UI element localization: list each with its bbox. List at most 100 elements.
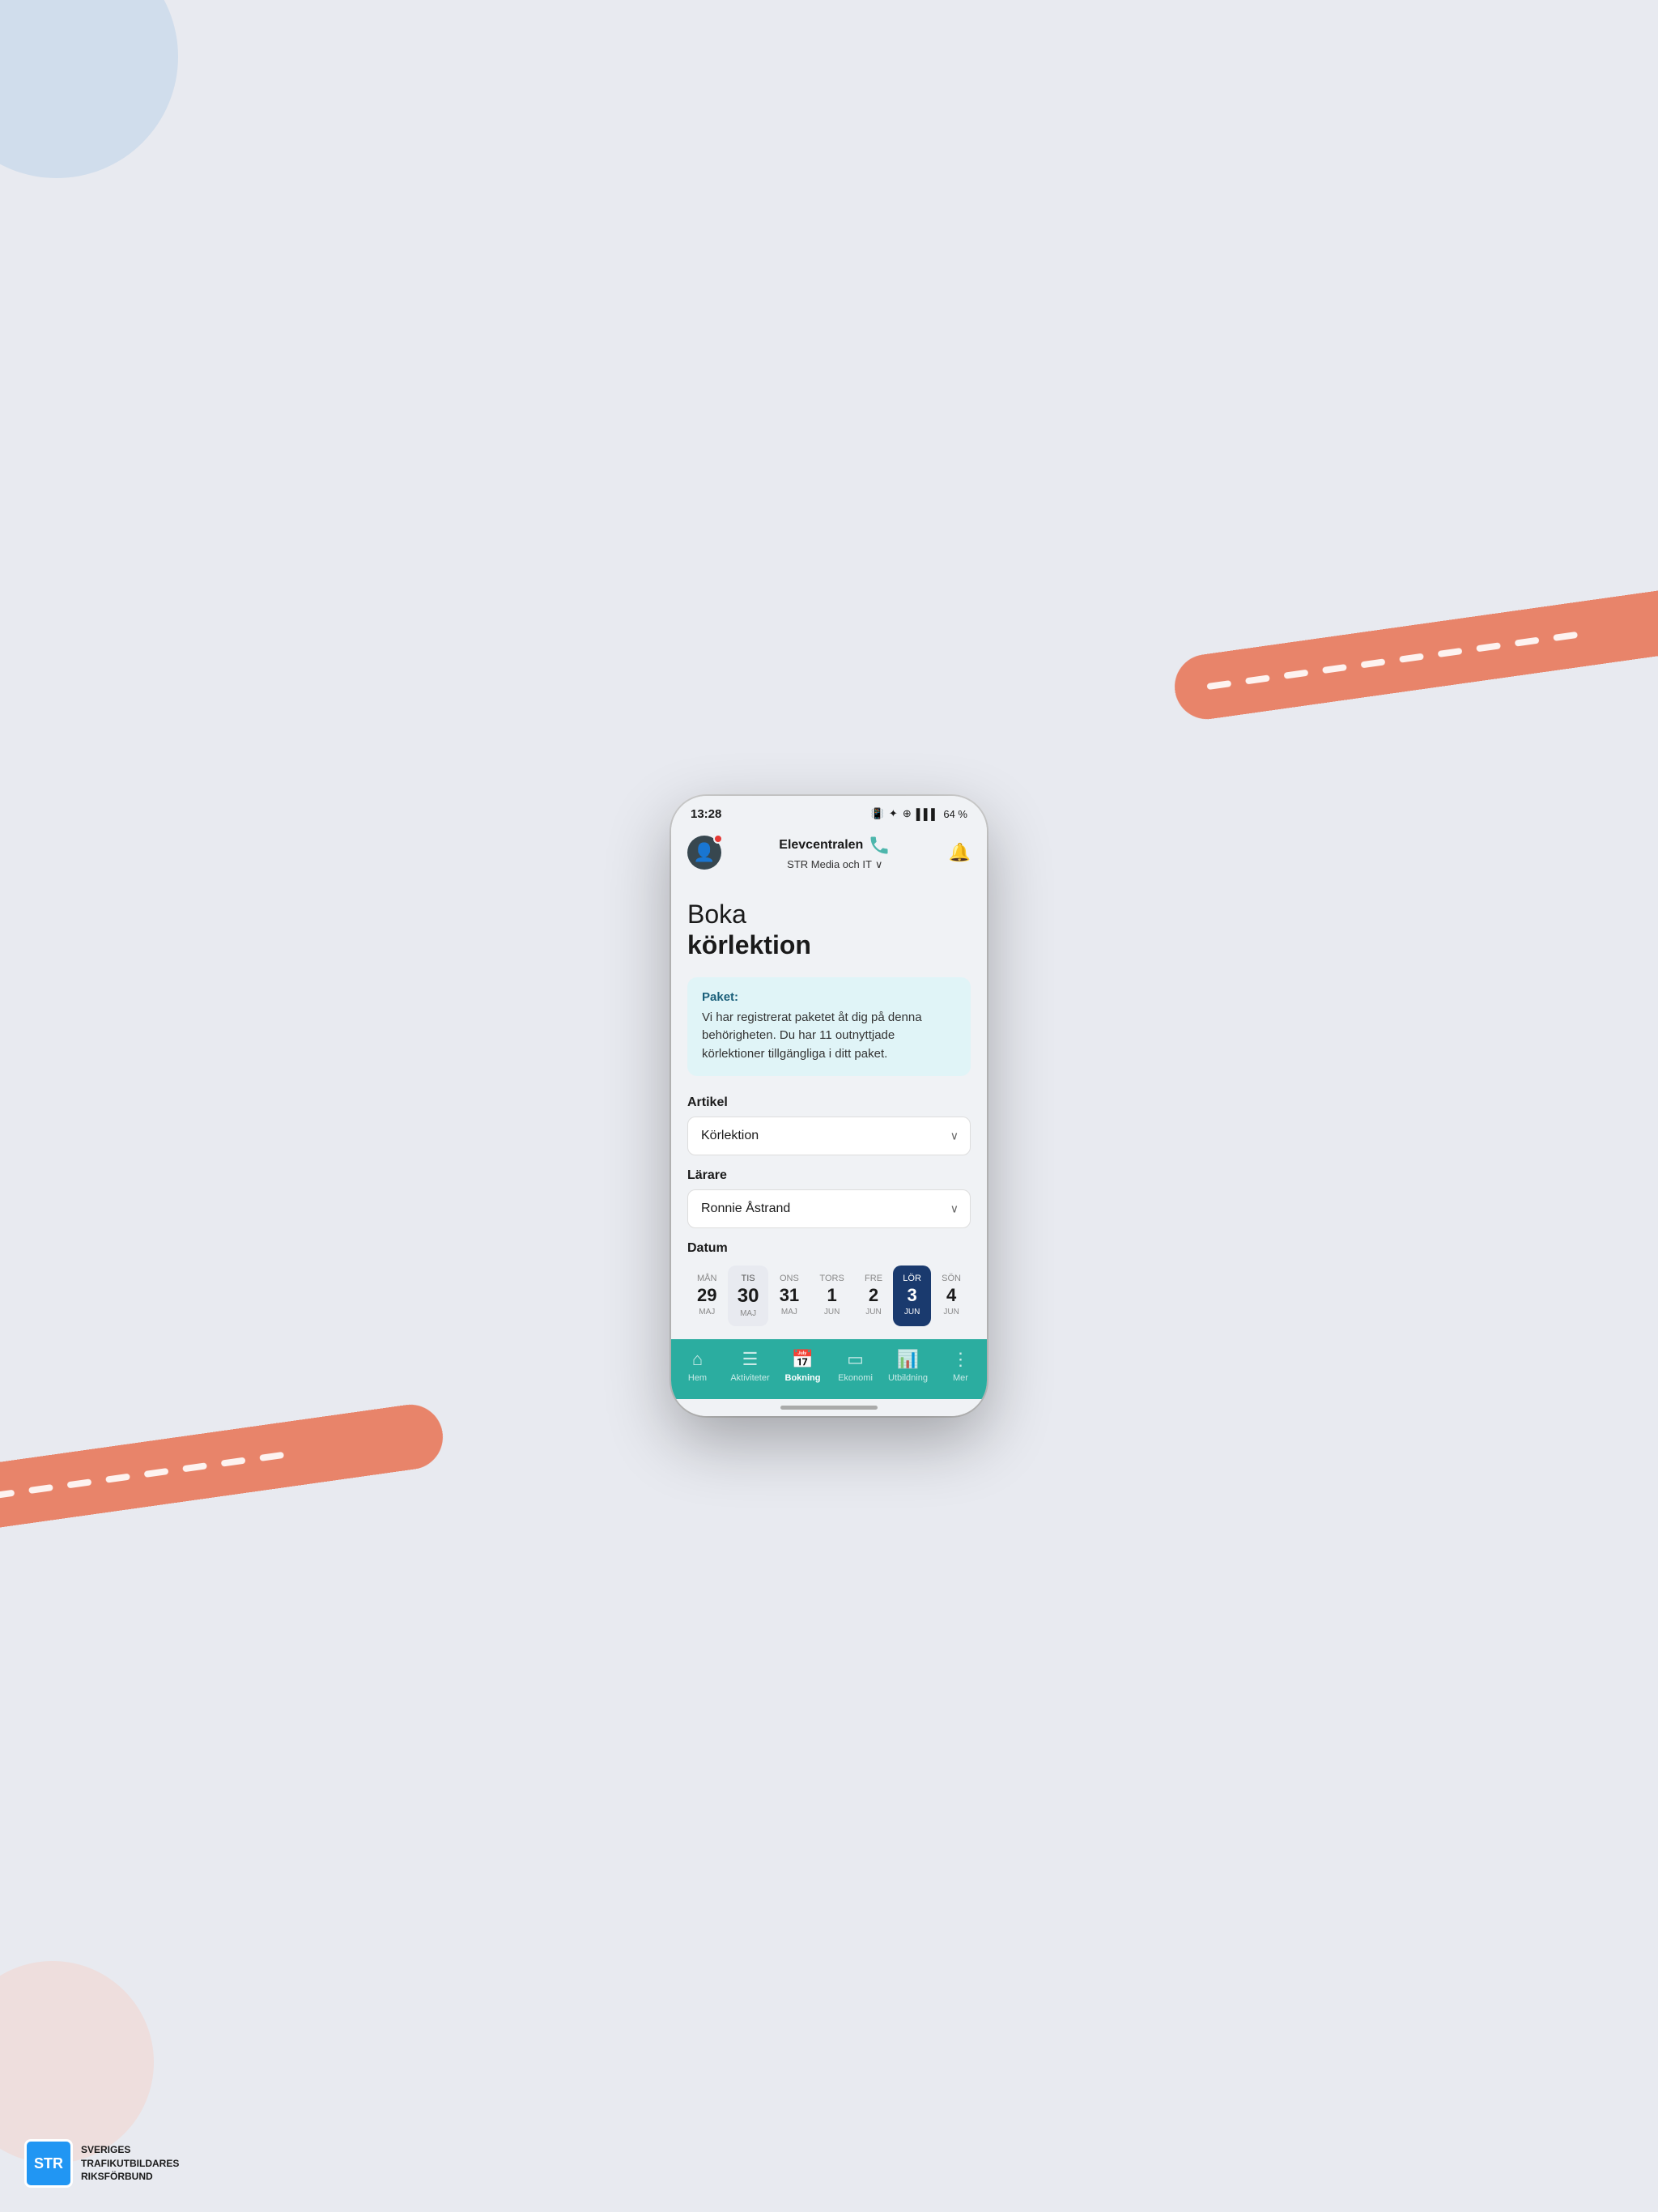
page-title: Boka körlektion — [687, 899, 971, 961]
datum-label: Datum — [687, 1241, 971, 1256]
bottom-nav: ⌂ Hem ☰ Aktiviteter 📅 Bokning ▭ Ekonomi … — [671, 1339, 987, 1399]
status-time: 13:28 — [691, 807, 721, 821]
date-month: MAJ — [781, 1308, 797, 1317]
bg-circle-top — [0, 0, 178, 178]
aktiviteter-nav-label: Aktiviteter — [730, 1373, 769, 1383]
date-item[interactable]: TIS 30 MAJ — [728, 1266, 769, 1326]
artikel-chevron-icon: ∨ — [950, 1129, 959, 1143]
date-month: JUN — [943, 1308, 959, 1317]
larare-value: Ronnie Åstrand — [688, 1190, 970, 1227]
hem-nav-label: Hem — [688, 1373, 707, 1383]
road-stripe-bottom — [0, 1400, 447, 1543]
nav-item-bokning[interactable]: 📅 Bokning — [779, 1349, 827, 1383]
header-subtitle[interactable]: STR Media och IT ∨ — [787, 858, 882, 871]
date-day-name: TORS — [819, 1274, 844, 1283]
brand-name: Elevcentralen — [779, 834, 891, 857]
artikel-value: Körlektion — [688, 1117, 970, 1155]
larare-label: Lärare — [687, 1168, 971, 1183]
bokning-nav-icon: 📅 — [792, 1349, 814, 1370]
brand-label: Elevcentralen — [779, 838, 863, 853]
home-bar — [780, 1406, 878, 1410]
date-month: JUN — [865, 1308, 881, 1317]
status-icons: 📳 ✦ ⊕ ▌▌▌ 64 % — [871, 807, 967, 820]
larare-chevron-icon: ∨ — [950, 1202, 959, 1216]
date-month: JUN — [824, 1308, 840, 1317]
str-line2: TRAFIKUTBILDARES — [81, 2157, 179, 2171]
subtitle-text: STR Media och IT — [787, 858, 872, 870]
date-num: 3 — [907, 1287, 916, 1304]
artikel-label: Artikel — [687, 1095, 971, 1110]
date-month: JUN — [904, 1308, 920, 1317]
date-num: 31 — [780, 1287, 799, 1304]
artikel-section: Artikel Körlektion ∨ — [687, 1095, 971, 1155]
signal-icon: ▌▌▌ — [916, 808, 939, 820]
str-logo: STR SVERIGES TRAFIKUTBILDARES RIKSFÖRBUN… — [24, 2139, 179, 2188]
date-day-name: FRE — [865, 1274, 882, 1283]
str-line3: RIKSFÖRBUND — [81, 2170, 179, 2184]
date-day-name: ONS — [780, 1274, 799, 1283]
phone-icon — [868, 834, 891, 857]
date-num: 29 — [697, 1287, 716, 1304]
info-box: Paket: Vi har registrerat paketet åt dig… — [687, 977, 971, 1077]
str-line1: SVERIGES — [81, 2143, 179, 2157]
avatar-notification-badge — [713, 834, 723, 844]
hem-nav-icon: ⌂ — [692, 1349, 703, 1370]
vibrate-icon: 📳 — [871, 807, 884, 820]
main-content: Boka körlektion Paket: Vi har registrera… — [671, 883, 987, 1339]
utbildning-nav-icon: 📊 — [897, 1349, 919, 1370]
date-num: 1 — [827, 1287, 836, 1304]
status-bar: 13:28 📳 ✦ ⊕ ▌▌▌ 64 % — [671, 796, 987, 827]
date-day-name: LÖR — [903, 1274, 921, 1283]
date-item[interactable]: TORS 1 JUN — [810, 1266, 853, 1326]
mer-nav-icon: ⋮ — [952, 1349, 970, 1370]
str-logo-text: SVERIGES TRAFIKUTBILDARES RIKSFÖRBUND — [81, 2143, 179, 2184]
nav-item-utbildning[interactable]: 📊 Utbildning — [884, 1349, 933, 1383]
larare-select[interactable]: Ronnie Åstrand ∨ — [687, 1189, 971, 1228]
date-grid: MÅN 29 MAJ TIS 30 MAJ ONS 31 MAJ TORS 1 … — [687, 1266, 971, 1339]
battery-icon: 64 % — [943, 808, 967, 820]
avatar-icon: 👤 — [693, 842, 715, 863]
date-day-name: MÅN — [697, 1274, 716, 1283]
nav-item-mer[interactable]: ⋮ Mer — [937, 1349, 985, 1383]
info-box-text: Vi har registrerat paketet åt dig på den… — [702, 1009, 956, 1064]
date-num: 30 — [738, 1287, 759, 1306]
aktiviteter-nav-icon: ☰ — [742, 1349, 759, 1370]
date-item[interactable]: ONS 31 MAJ — [770, 1266, 809, 1326]
ekonomi-nav-label: Ekonomi — [838, 1373, 873, 1383]
app-header: 👤 Elevcentralen STR Media och IT ∨ 🔔 — [671, 827, 987, 883]
nav-item-aktiviteter[interactable]: ☰ Aktiviteter — [726, 1349, 775, 1383]
bokning-nav-label: Bokning — [785, 1373, 821, 1383]
date-day-name: SÖN — [942, 1274, 961, 1283]
datum-section: Datum MÅN 29 MAJ TIS 30 MAJ ONS 31 MAJ T… — [687, 1241, 971, 1339]
chevron-down-icon: ∨ — [875, 858, 883, 871]
date-num: 2 — [869, 1287, 878, 1304]
str-logo-box: STR — [24, 2139, 73, 2188]
str-abbr: STR — [34, 2155, 63, 2172]
page-title-light: Boka — [687, 899, 971, 929]
artikel-select[interactable]: Körlektion ∨ — [687, 1117, 971, 1155]
notification-bell-icon[interactable]: 🔔 — [949, 842, 971, 863]
date-month: MAJ — [699, 1308, 715, 1317]
header-center: Elevcentralen STR Media och IT ∨ — [779, 834, 891, 871]
date-item[interactable]: LÖR 3 JUN — [893, 1266, 931, 1326]
date-month: MAJ — [740, 1309, 756, 1318]
page-title-bold: körlektion — [687, 929, 971, 960]
road-stripe-top — [1171, 581, 1658, 724]
nav-item-ekonomi[interactable]: ▭ Ekonomi — [831, 1349, 880, 1383]
ekonomi-nav-icon: ▭ — [847, 1349, 864, 1370]
utbildning-nav-label: Utbildning — [888, 1373, 928, 1383]
home-indicator — [671, 1399, 987, 1416]
avatar[interactable]: 👤 — [687, 836, 721, 870]
bg-circle-bottom — [0, 1961, 154, 2163]
date-item[interactable]: SÖN 4 JUN — [932, 1266, 971, 1326]
mer-nav-label: Mer — [953, 1373, 968, 1383]
bluetooth-icon: ✦ — [889, 807, 898, 820]
date-num: 4 — [946, 1287, 956, 1304]
date-item[interactable]: FRE 2 JUN — [855, 1266, 892, 1326]
info-box-title: Paket: — [702, 990, 956, 1004]
date-item[interactable]: MÅN 29 MAJ — [687, 1266, 726, 1326]
phone-frame: 13:28 📳 ✦ ⊕ ▌▌▌ 64 % 👤 Elevcentralen — [671, 796, 987, 1416]
larare-section: Lärare Ronnie Åstrand ∨ — [687, 1168, 971, 1228]
wifi-icon: ⊕ — [903, 807, 912, 820]
nav-item-hem[interactable]: ⌂ Hem — [674, 1349, 722, 1383]
